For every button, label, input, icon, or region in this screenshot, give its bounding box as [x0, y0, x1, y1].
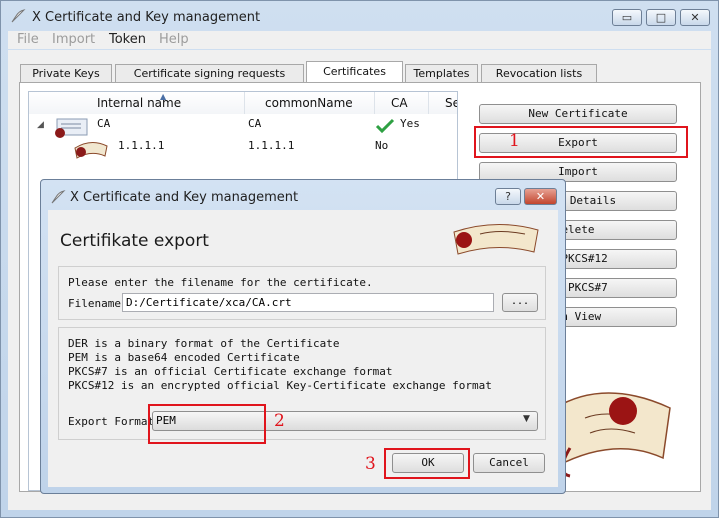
window-title: X Certificate and Key management — [32, 10, 261, 25]
row-internal-name[interactable]: CA — [97, 117, 110, 130]
row-common-name: CA — [248, 117, 262, 130]
dialog-close-button[interactable]: ✕ — [524, 188, 557, 205]
info-line-pkcs7: PKCS#7 is an official Certificate exchan… — [68, 365, 393, 378]
filename-input[interactable]: D:/Certificate/xca/CA.crt — [122, 293, 494, 312]
chevron-down-icon[interactable]: ▼ — [523, 414, 530, 424]
check-icon — [375, 118, 395, 134]
column-serial[interactable]: Se — [429, 92, 457, 114]
info-line-der: DER is a binary format of the Certificat… — [68, 337, 340, 350]
menu-help[interactable]: Help — [159, 32, 189, 47]
scroll-seal-icon — [453, 224, 539, 255]
new-certificate-button[interactable]: New Certificate — [479, 104, 677, 124]
app-feather-icon — [11, 9, 26, 23]
scroll-seal-icon — [74, 142, 108, 159]
tab-templates[interactable]: Templates — [405, 64, 478, 82]
close-button[interactable]: ✕ — [680, 9, 710, 26]
filename-label: Filename — [68, 297, 121, 310]
browse-button[interactable]: ... — [502, 293, 538, 312]
row-ca: No — [375, 139, 389, 152]
expand-arrow-icon[interactable]: ◢ — [37, 120, 44, 130]
annotation-1: 1 — [509, 131, 520, 151]
menu-token[interactable]: Token — [109, 32, 146, 47]
column-internal-name[interactable]: Internal name — [29, 92, 245, 114]
dialog-title: X Certificate and Key management — [70, 190, 299, 205]
dialog-help-button[interactable]: ? — [495, 188, 521, 205]
annotation-box-1 — [474, 126, 688, 158]
app-feather-icon — [51, 190, 66, 204]
minimize-button[interactable]: ▭ — [612, 9, 642, 26]
info-line-pkcs12: PKCS#12 is an encrypted official Key-Cer… — [68, 379, 492, 392]
menu-bar: File Import Token Help — [8, 31, 711, 49]
annotation-box-3 — [384, 448, 470, 479]
main-titlebar[interactable]: X Certificate and Key management ▭ □ ✕ — [0, 0, 719, 32]
menu-import[interactable]: Import — [52, 32, 95, 47]
cancel-button[interactable]: Cancel — [473, 453, 545, 473]
tab-revocation-lists[interactable]: Revocation lists — [481, 64, 597, 82]
info-line-pem: PEM is a base64 encoded Certificate — [68, 351, 300, 364]
filename-prompt: Please enter the filename for the certif… — [68, 276, 373, 289]
tab-private-keys[interactable]: Private Keys — [20, 64, 112, 82]
maximize-button[interactable]: □ — [646, 9, 676, 26]
tab-csr[interactable]: Certificate signing requests — [115, 64, 304, 82]
row-common-name: 1.1.1.1 — [248, 139, 295, 152]
annotation-2: 2 — [274, 411, 285, 431]
row-ca: Yes — [400, 117, 420, 130]
export-format-label: Export Format — [68, 415, 155, 428]
column-ca[interactable]: CA — [375, 92, 429, 114]
row-internal-name[interactable]: 1.1.1.1 — [118, 139, 164, 152]
tab-certificates[interactable]: Certificates — [306, 61, 403, 83]
certificate-icon — [55, 118, 88, 138]
menu-file[interactable]: File — [17, 32, 39, 47]
annotation-3: 3 — [365, 454, 376, 474]
column-common-name[interactable]: commonName — [245, 92, 375, 114]
annotation-box-2 — [148, 404, 266, 444]
sort-arrow-icon: ▲ — [160, 92, 167, 101]
dialog-heading: Certifikate export — [60, 231, 209, 251]
